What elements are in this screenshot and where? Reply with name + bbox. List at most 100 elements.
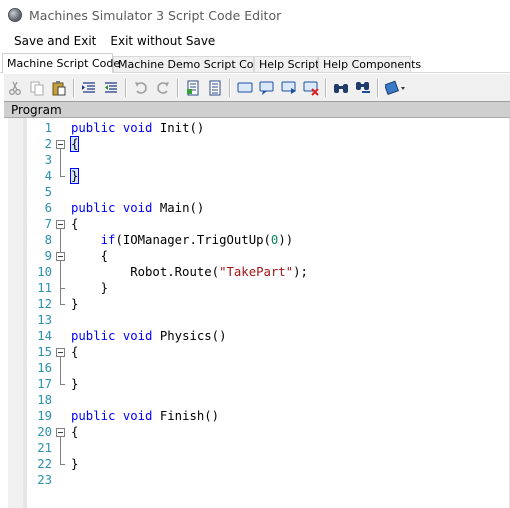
code-text: }: [71, 297, 79, 311]
fold-end: [60, 288, 65, 289]
menu-exit-without-save[interactable]: Exit without Save: [103, 30, 222, 52]
code-text: {: [71, 425, 79, 439]
code-line[interactable]: 11 }: [4, 280, 510, 296]
code-line[interactable]: 20 {: [4, 424, 510, 440]
code-line[interactable]: 3: [4, 152, 510, 168]
code-text: public void Finish(): [71, 409, 220, 423]
code-line[interactable]: 21: [4, 440, 510, 456]
fold-toggle[interactable]: [56, 252, 65, 261]
code-line[interactable]: 5: [4, 184, 510, 200]
line-number: 9: [44, 249, 52, 263]
fold-guide: [60, 357, 61, 384]
fold-toggle[interactable]: [56, 428, 65, 437]
code-text: }: [71, 457, 79, 471]
line-number: 20: [37, 425, 52, 439]
line-number: 7: [44, 217, 52, 231]
indent-icon[interactable]: [81, 80, 97, 96]
tab-machine-demo-script-code[interactable]: Machine Demo Script Code: [113, 56, 267, 72]
code-line[interactable]: 14 public void Physics(): [4, 328, 510, 344]
code-line[interactable]: 17}: [4, 376, 510, 392]
line-number: 4: [44, 169, 52, 183]
fold-toggle[interactable]: [56, 220, 65, 229]
tab-help-script[interactable]: Help Script: [254, 56, 319, 72]
fold-end: [60, 464, 65, 465]
code-line[interactable]: 7{: [4, 216, 510, 232]
find-replace-icon[interactable]: [355, 80, 371, 96]
redo-icon[interactable]: [155, 80, 171, 96]
line-number: 10: [37, 265, 52, 279]
paste-icon[interactable]: [51, 80, 67, 96]
line-number: 21: [37, 441, 52, 455]
app-gear-icon: [8, 8, 22, 22]
line-number: 6: [44, 201, 52, 215]
code-line[interactable]: 23: [4, 472, 510, 488]
code-line[interactable]: 12}: [4, 296, 510, 312]
fold-toggle[interactable]: [56, 140, 65, 149]
code-line[interactable]: 8 if(IOManager.TrigOutUp(0)): [4, 232, 510, 248]
bookmark-icon[interactable]: [185, 80, 201, 96]
tab-strip: Machine Script Code Machine Demo Script …: [0, 53, 510, 73]
code-text: }: [71, 377, 79, 391]
tab-machine-script-code[interactable]: Machine Script Code: [2, 53, 120, 73]
title-bar: Machines Simulator 3 Script Code Editor: [0, 0, 510, 30]
fold-guide: [60, 437, 61, 464]
code-line[interactable]: 1 public void Init(): [4, 120, 510, 136]
line-number: 19: [37, 409, 52, 423]
window-title: Machines Simulator 3 Script Code Editor: [29, 7, 282, 23]
code-line[interactable]: 18: [4, 392, 510, 408]
code-line[interactable]: 2{: [4, 136, 510, 152]
code-text: {: [71, 217, 79, 231]
outdent-icon[interactable]: [103, 80, 119, 96]
code-line[interactable]: 6 public void Main(): [4, 200, 510, 216]
code-line[interactable]: 16: [4, 360, 510, 376]
code-line[interactable]: 15 {: [4, 344, 510, 360]
copy-icon[interactable]: [29, 80, 45, 96]
prev-bookmark-icon[interactable]: [259, 80, 275, 96]
code-line[interactable]: 19 public void Finish(): [4, 408, 510, 424]
line-number: 23: [37, 473, 52, 487]
code-line[interactable]: 4}: [4, 168, 510, 184]
fold-guide: [60, 149, 61, 176]
code-text: {: [69, 136, 80, 152]
line-number: 15: [37, 345, 52, 359]
line-number: 8: [44, 233, 52, 247]
code-text: public void Init(): [71, 121, 205, 135]
fold-end: [60, 304, 65, 305]
code-line[interactable]: 10 Robot.Route("TakePart");: [4, 264, 510, 280]
code-text: }: [71, 281, 109, 295]
code-text: }: [69, 168, 80, 184]
line-number: 16: [37, 361, 52, 375]
line-number: 3: [44, 153, 52, 167]
toolbar: [4, 74, 510, 101]
menu-save-and-exit[interactable]: Save and Exit: [7, 30, 103, 52]
code-line[interactable]: 13: [4, 312, 510, 328]
line-number: 12: [37, 297, 52, 311]
undo-icon[interactable]: [133, 80, 149, 96]
code-line[interactable]: 9 {: [4, 248, 510, 264]
comment-icon[interactable]: [237, 80, 253, 96]
settings-dropdown-icon[interactable]: [385, 80, 407, 96]
code-text: public void Physics(): [71, 329, 227, 343]
code-text: {: [71, 249, 109, 263]
code-text: Robot.Route("TakePart");: [71, 265, 308, 279]
code-line[interactable]: 22}: [4, 456, 510, 472]
tab-help-components[interactable]: Help Components: [318, 56, 421, 72]
line-number: 1: [44, 121, 52, 135]
clear-bookmarks-icon[interactable]: [303, 80, 319, 96]
cut-icon[interactable]: [7, 80, 23, 96]
code-editor[interactable]: 1 public void Init() 2{3 4} 5 6 public void Ma…: [4, 118, 510, 508]
fold-toggle[interactable]: [56, 348, 65, 357]
find-icon[interactable]: [333, 80, 349, 96]
panel-title: Program: [11, 103, 62, 117]
fold-end: [60, 176, 65, 177]
bookmark-list-icon[interactable]: [207, 80, 223, 96]
fold-guide: [60, 261, 61, 288]
line-number: 5: [44, 185, 52, 199]
menu-bar: Save and Exit Exit without Save: [0, 30, 510, 52]
code-text: if(IOManager.TrigOutUp(0)): [100, 233, 294, 247]
code-text: {: [71, 345, 79, 359]
fold-end: [60, 384, 65, 385]
code-text: public void Main(): [71, 201, 205, 215]
line-number: 22: [37, 457, 52, 471]
next-bookmark-icon[interactable]: [281, 80, 297, 96]
